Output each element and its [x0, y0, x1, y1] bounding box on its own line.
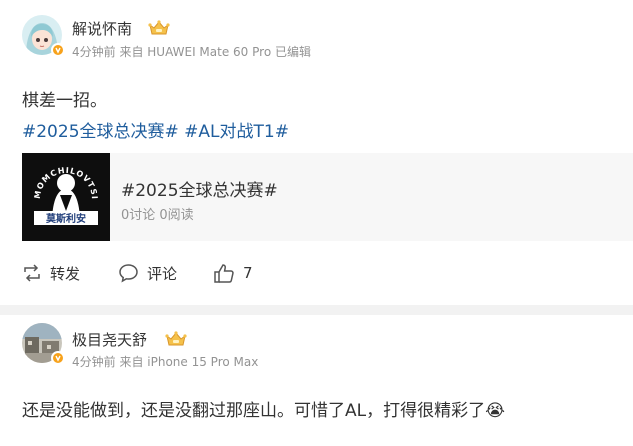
crown-badge-icon[interactable]: [148, 19, 170, 37]
verified-badge-icon: [51, 351, 65, 365]
like-count: 7: [243, 264, 253, 282]
comment-icon: [119, 264, 138, 283]
username[interactable]: 解说怀南: [72, 18, 132, 39]
post-card: 解说怀南 4分钟前 来自 HUAWEI Mate 60 Pro 已编辑 棋差一招…: [0, 0, 633, 305]
repost-icon: [24, 264, 40, 282]
comment-button[interactable]: 评论: [118, 262, 177, 284]
like-button[interactable]: 7: [213, 262, 253, 284]
post-divider: [0, 305, 633, 315]
hashtag-links[interactable]: #2025全球总决赛# #AL对战T1#: [22, 117, 289, 142]
repost-button[interactable]: 转发: [22, 262, 80, 284]
post-content: 棋差一招。: [22, 91, 107, 111]
topic-card[interactable]: MOMCHILOVTSI 莫斯利安 #2025全球总决赛# 0讨论 0阅读: [22, 153, 633, 241]
topic-thumbnail: MOMCHILOVTSI 莫斯利安: [22, 153, 110, 241]
comment-label: 评论: [147, 264, 178, 283]
post-meta: 4分钟前 来自 HUAWEI Mate 60 Pro 已编辑: [72, 45, 311, 59]
like-icon: [214, 264, 234, 283]
post-card: 极目尧天舒 4分钟前 来自 iPhone 15 Pro Max 还是没能做到，还…: [0, 315, 633, 446]
crown-badge-icon[interactable]: [165, 330, 187, 348]
verified-badge-icon: [51, 43, 65, 57]
topic-title: #2025全球总决赛#: [121, 181, 278, 201]
repost-label: 转发: [50, 264, 81, 283]
post-meta: 4分钟前 来自 iPhone 15 Pro Max: [72, 355, 259, 369]
username[interactable]: 极目尧天舒: [72, 329, 147, 350]
thumb-sign: 莫斯利安: [45, 212, 86, 225]
post-content: 还是没能做到，还是没翻过那座山。可惜了AL，打得很精彩了😭: [22, 401, 505, 421]
topic-stats: 0讨论 0阅读: [121, 208, 194, 223]
